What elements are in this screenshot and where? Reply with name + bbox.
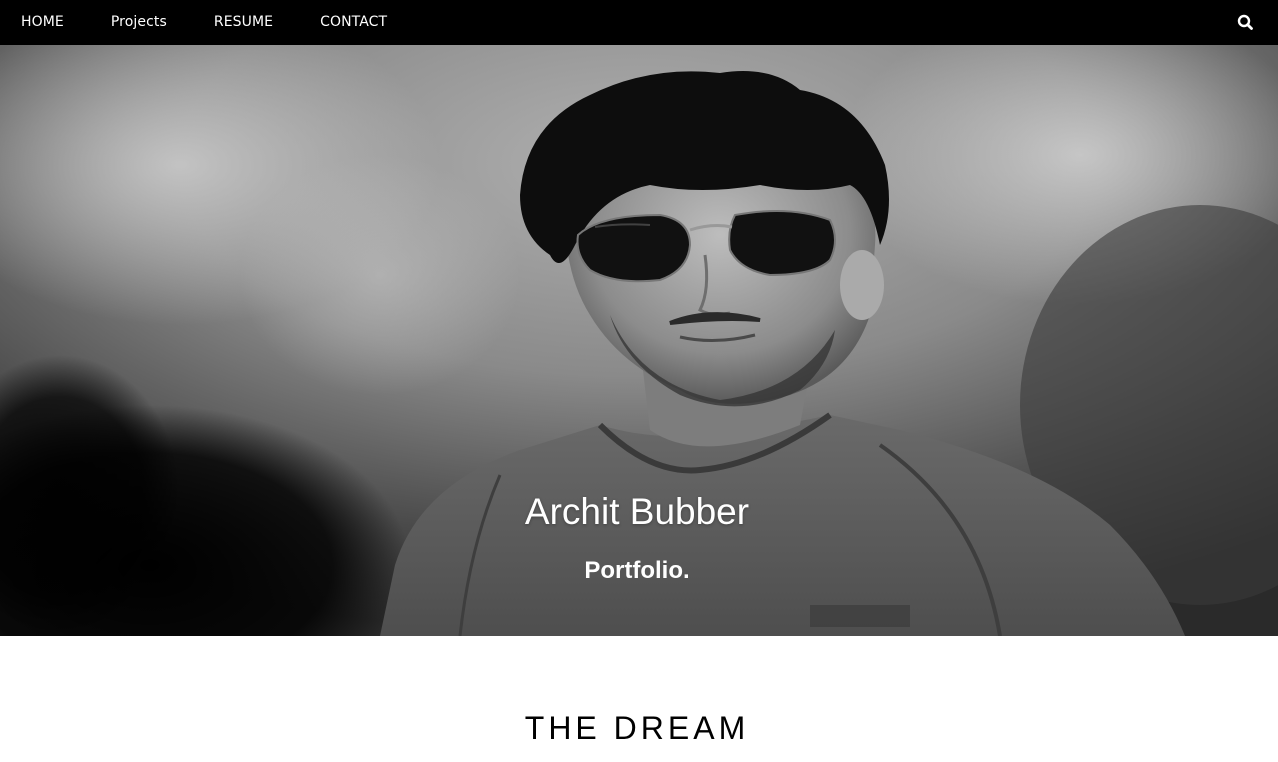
search-button[interactable] — [1236, 13, 1256, 33]
search-icon — [1237, 14, 1253, 30]
hero-banner: Archit Bubber Portfolio. — [0, 45, 1278, 636]
dream-section-title: THE DREAM — [524, 710, 750, 746]
nav-links: HOME Projects RESUME CONTACT — [0, 0, 408, 45]
hero-name-heading: Archit Bubber — [524, 491, 750, 532]
hero-subtitle: Portfolio. — [584, 557, 690, 584]
nav-resume-link[interactable]: RESUME — [191, 0, 297, 45]
nav-home-link[interactable]: HOME — [0, 0, 87, 45]
nav-projects-link[interactable]: Projects — [87, 0, 191, 45]
nav-contact-link[interactable]: CONTACT — [297, 0, 408, 45]
top-navbar: HOME Projects RESUME CONTACT — [0, 0, 1278, 45]
hero-portrait-photo — [0, 45, 1278, 636]
